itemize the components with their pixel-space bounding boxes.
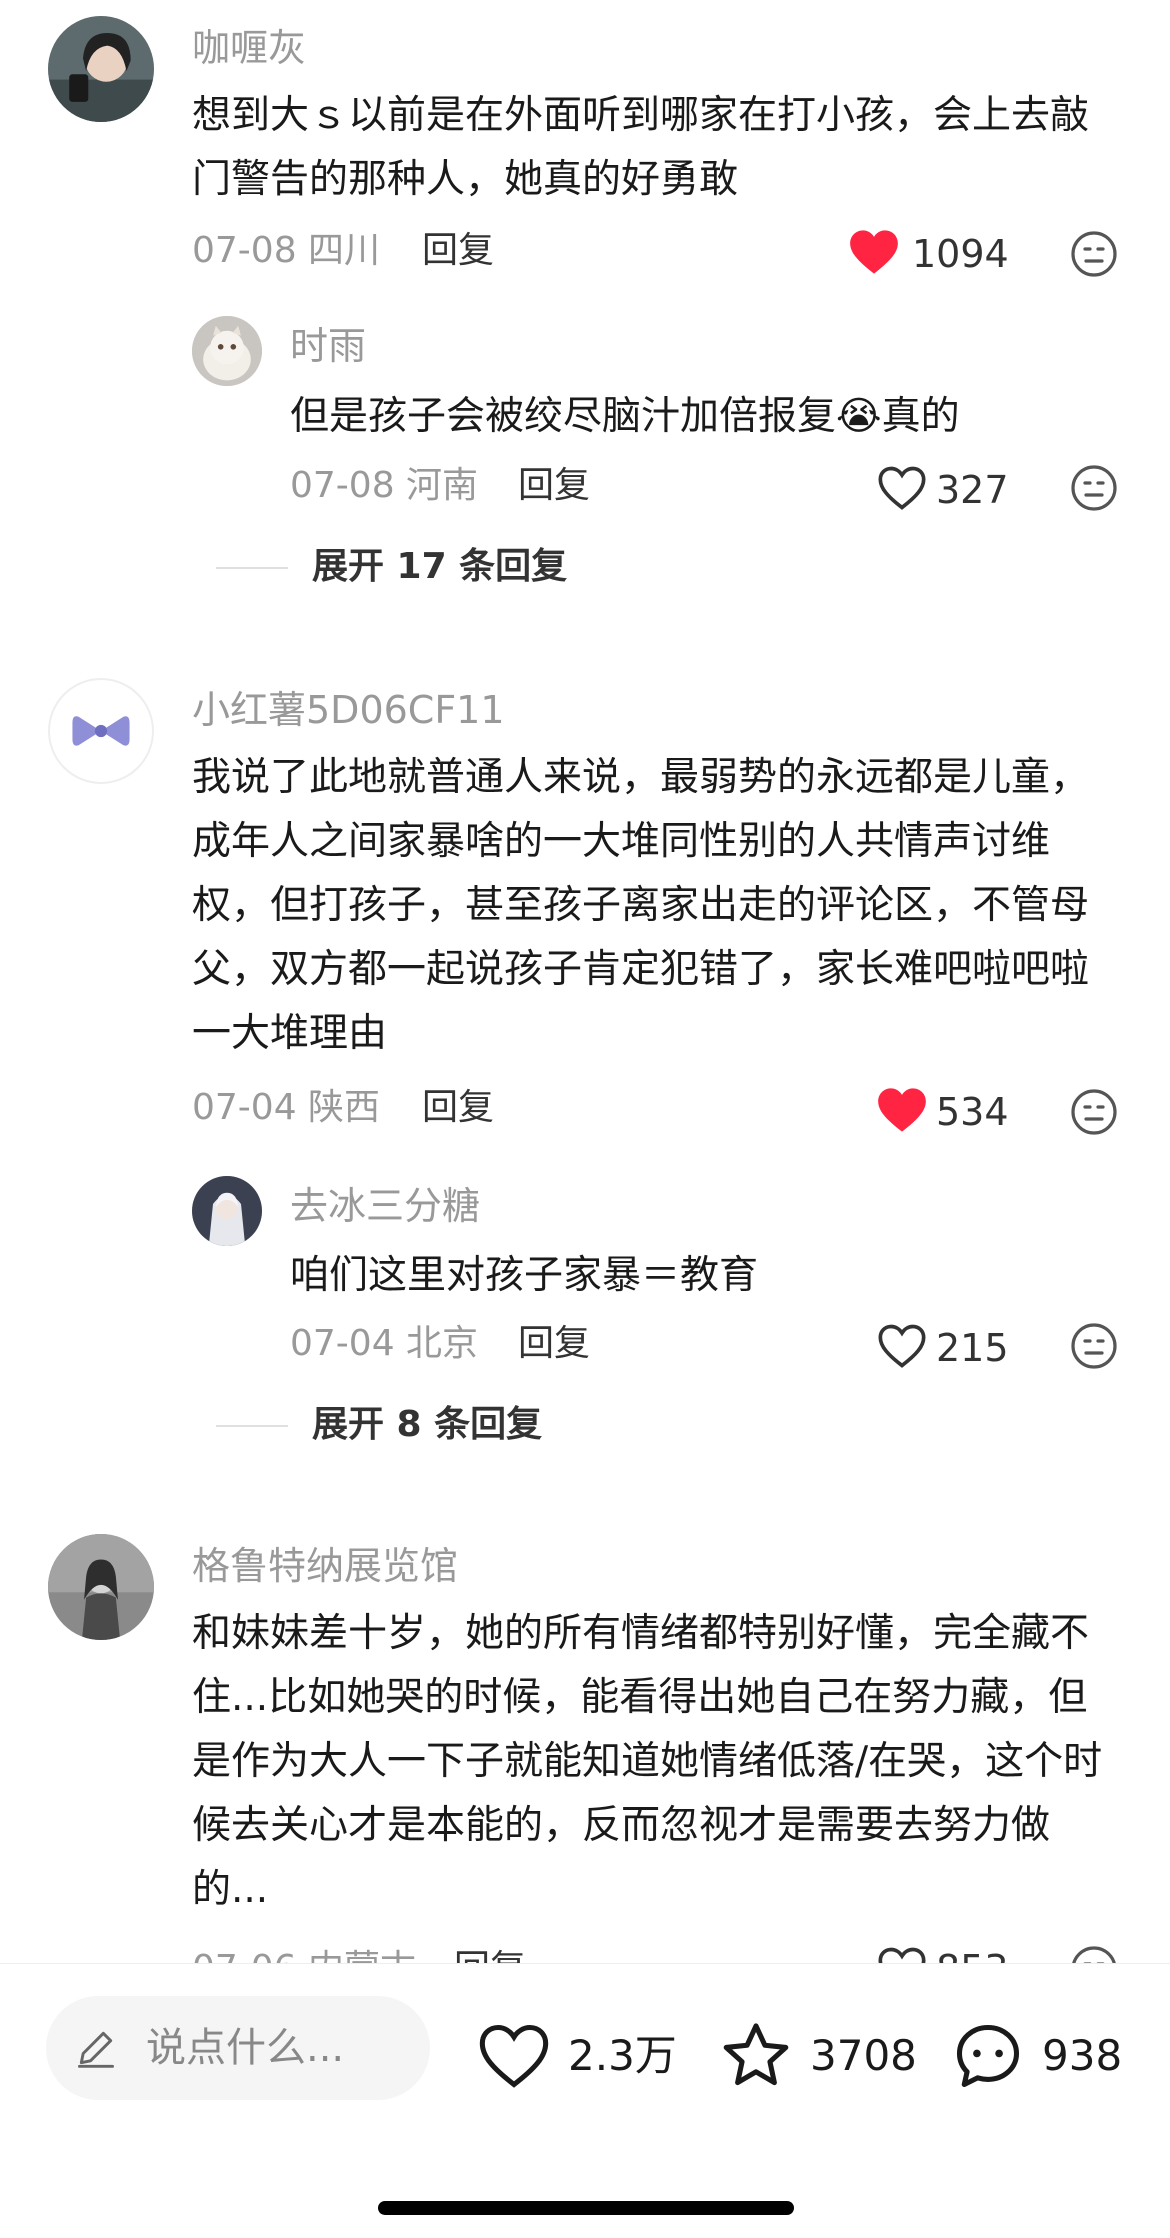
avatar[interactable] [48, 16, 154, 122]
comments-count[interactable]: 938 [1042, 2028, 1122, 2084]
dislike-face-icon[interactable] [1070, 1945, 1118, 1963]
comment-username[interactable]: 格鲁特纳展览馆 [192, 1542, 458, 1590]
avatar[interactable] [48, 678, 154, 784]
heart-filled-icon[interactable] [848, 228, 900, 276]
comment-date-location: 07-08 四川 [192, 230, 381, 271]
like-count: 1094 [912, 232, 1009, 276]
avatar[interactable] [48, 1534, 154, 1640]
avatar[interactable] [192, 316, 262, 386]
reply-button[interactable]: 回复 [454, 1945, 526, 1963]
like-count: 327 [936, 468, 1009, 512]
reply-text: 但是孩子会被绞尽脑汁加倍报复😭真的 [290, 385, 1110, 449]
crying-emoji-icon: 😭 [836, 394, 882, 439]
reply-date-location: 07-04 北京 [290, 1323, 479, 1364]
reply-text: 咱们这里对孩子家暴＝教育 [290, 1253, 759, 1298]
star-outline-icon[interactable] [718, 2018, 794, 2094]
comment-input[interactable]: 说点什么... [46, 1996, 430, 2100]
comment-bubble-icon[interactable] [950, 2018, 1026, 2094]
comment-date-location: 07-06 内蒙古 [192, 1945, 416, 1963]
comment-text: 我说了此地就普通人来说，最弱势的永远都是儿童，成年人之间家暴啥的一大堆同性别的人… [192, 755, 1090, 1056]
reply-text-part: 但是孩子会被绞尽脑汁加倍报复 [290, 394, 837, 439]
bottom-action-bar: 说点什么... 2.3万 3708 938 [0, 1963, 1170, 2238]
reply-username[interactable]: 时雨 [290, 322, 366, 370]
heart-outline-icon[interactable] [476, 2018, 552, 2094]
dislike-face-icon[interactable] [1070, 230, 1118, 278]
pen-icon [78, 2031, 114, 2068]
avatar[interactable] [192, 1176, 262, 1246]
favorites-count[interactable]: 3708 [810, 2028, 917, 2084]
reply-button[interactable]: 回复 [422, 227, 494, 275]
like-count: 215 [936, 1326, 1009, 1370]
comment-text: 想到大ｓ以前是在外面听到哪家在打小孩，会上去敲门警告的那种人，她真的好勇敢 [192, 93, 1090, 202]
reply-username[interactable]: 去冰三分糖 [290, 1182, 480, 1230]
dislike-face-icon[interactable] [1070, 1322, 1118, 1370]
expand-replies-button[interactable]: 展开 17 条回复 [312, 543, 567, 591]
heart-filled-icon[interactable] [876, 1086, 928, 1134]
reply-text-part: 真的 [881, 394, 960, 439]
comment-list[interactable]: 咖喱灰 想到大ｓ以前是在外面听到哪家在打小孩，会上去敲门警告的那种人，她真的好勇… [0, 0, 1170, 1963]
likes-count[interactable]: 2.3万 [568, 2028, 677, 2084]
home-indicator[interactable] [378, 2201, 794, 2215]
expand-divider [216, 567, 288, 569]
comment-username[interactable]: 咖喱灰 [192, 24, 306, 72]
heart-outline-icon[interactable] [876, 1322, 928, 1370]
comment-date-location: 07-04 陕西 [192, 1087, 381, 1128]
heart-outline-icon[interactable] [876, 1945, 928, 1963]
comment-text: 和妹妹差十岁，她的所有情绪都特别好懂，完全藏不住...比如她哭的时候，能看得出她… [192, 1611, 1103, 1912]
reply-date-location: 07-08 河南 [290, 465, 479, 506]
reply-button[interactable]: 回复 [518, 462, 590, 510]
expand-replies-button[interactable]: 展开 8 条回复 [312, 1401, 542, 1449]
dislike-face-icon[interactable] [1070, 1088, 1118, 1136]
heart-outline-icon[interactable] [876, 464, 928, 512]
like-count: 853 [936, 1945, 1009, 1963]
comment-username[interactable]: 小红薯5D06CF11 [192, 686, 505, 734]
expand-divider [216, 1425, 288, 1427]
reply-button[interactable]: 回复 [422, 1084, 494, 1132]
like-count: 534 [936, 1090, 1009, 1134]
comment-input-placeholder: 说点什么... [146, 2025, 345, 2071]
dislike-face-icon[interactable] [1070, 464, 1118, 512]
reply-button[interactable]: 回复 [518, 1320, 590, 1368]
